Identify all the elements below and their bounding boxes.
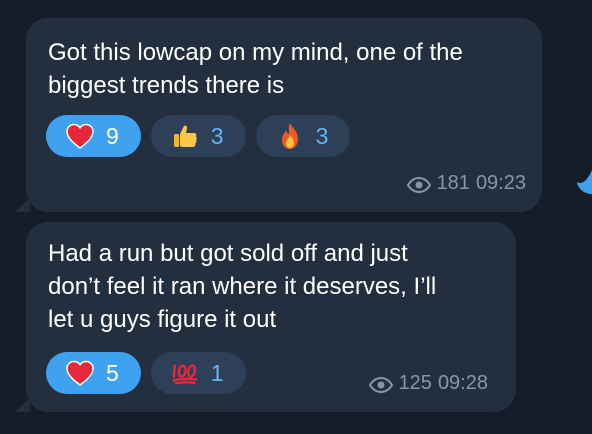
- views-eye-icon: [406, 176, 431, 193]
- hundred-icon: [171, 359, 199, 387]
- message-bubble[interactable]: Got this lowcap on my mind, one of the b…: [26, 18, 542, 212]
- scroll-handle[interactable]: [576, 170, 592, 194]
- reaction-count: 3: [210, 122, 224, 149]
- thumbs-up-icon: [171, 122, 199, 150]
- reaction-heart[interactable]: 9: [46, 115, 141, 157]
- message-meta: 125 09:28: [368, 372, 488, 395]
- message-text: Had a run but got sold off and just don’…: [48, 240, 437, 333]
- message-time: 09:28: [437, 372, 488, 394]
- views-eye-icon: [368, 376, 393, 393]
- reaction-count: 3: [315, 122, 329, 149]
- reaction-count: 9: [106, 122, 119, 149]
- message-meta: 181 09:23: [406, 172, 526, 195]
- message-time: 09:23: [475, 172, 526, 194]
- reactions-row: 9 3 3: [46, 115, 351, 157]
- reaction-hundred[interactable]: 1: [150, 352, 246, 394]
- message-text: Got this lowcap on my mind, one of the b…: [48, 39, 463, 99]
- reactions-row: 5 1: [46, 352, 246, 394]
- reaction-count: 1: [210, 359, 224, 386]
- heart-icon: [66, 122, 94, 150]
- heart-icon: [66, 359, 94, 387]
- reaction-thumbs-up[interactable]: 3: [150, 115, 246, 157]
- view-count: 125: [398, 372, 432, 394]
- reaction-fire[interactable]: 3: [255, 115, 351, 157]
- fire-icon: [276, 122, 304, 150]
- reaction-count: 5: [106, 359, 119, 386]
- reaction-heart[interactable]: 5: [46, 352, 141, 394]
- view-count: 181: [436, 172, 470, 194]
- message-bubble[interactable]: Had a run but got sold off and just don’…: [26, 222, 516, 412]
